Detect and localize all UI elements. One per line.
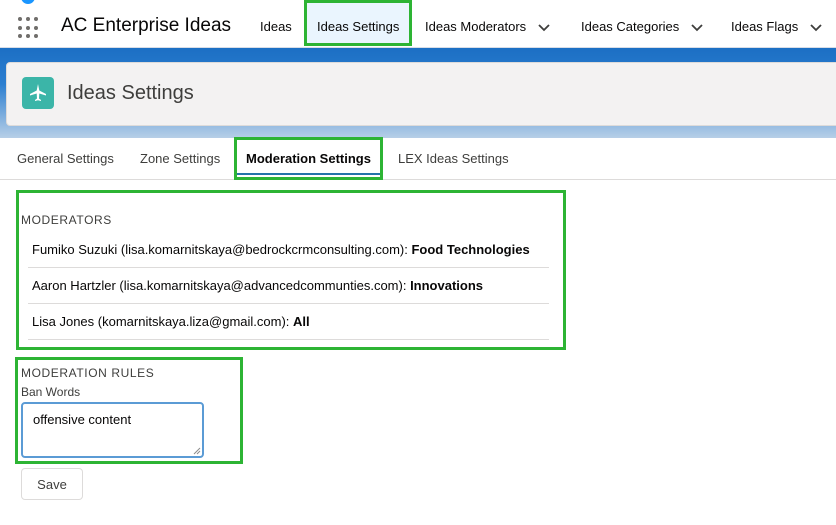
nav-item-ideas-categories[interactable]: Ideas Categories (581, 0, 703, 46)
chevron-down-icon[interactable] (538, 1, 550, 55)
page-title: Ideas Settings (67, 82, 194, 104)
moderator-name: Fumiko Suzuki (lisa.komarnitskaya@bedroc… (32, 242, 412, 257)
moderators-section: MODERATORS Fumiko Suzuki (lisa.komarnits… (16, 190, 566, 350)
nav-item-ideas[interactable]: Ideas (260, 0, 292, 46)
global-nav-bar: AC Enterprise Ideas Ideas Ideas Settings… (0, 0, 836, 48)
main-content: General Settings Zone Settings Moderatio… (0, 137, 836, 525)
save-button[interactable]: Save (21, 468, 83, 500)
nav-item-ideas-moderators[interactable]: Ideas Moderators (425, 0, 550, 46)
tab-moderation-settings[interactable]: Moderation Settings (234, 137, 383, 180)
nav-item-ideas-settings[interactable]: Ideas Settings (304, 0, 413, 46)
tab-zone-settings[interactable]: Zone Settings (140, 138, 220, 179)
moderator-name: Aaron Hartzler (lisa.komarnitskaya@advan… (32, 278, 411, 293)
airplane-icon (22, 77, 54, 109)
nav-item-label: Ideas Settings (317, 19, 400, 34)
chevron-down-icon[interactable] (691, 1, 703, 55)
nav-item-label: Ideas Flags (731, 19, 799, 34)
moderation-rules-heading: MODERATION RULES (21, 366, 155, 380)
nav-item-label: Ideas (260, 19, 292, 34)
tab-general-settings[interactable]: General Settings (17, 138, 114, 179)
page-header: Ideas Settings (6, 62, 836, 126)
ban-words-label: Ban Words (21, 385, 81, 399)
app-name: AC Enterprise Ideas (61, 15, 232, 36)
nav-item-ideas-flags[interactable]: Ideas Flags (731, 0, 822, 46)
moderator-name: Lisa Jones (komarnitskaya.liza@gmail.com… (32, 314, 294, 329)
moderators-list: Fumiko Suzuki (lisa.komarnitskaya@bedroc… (28, 232, 549, 340)
tab-lex-ideas-settings[interactable]: LEX Ideas Settings (398, 138, 509, 179)
ban-words-textarea[interactable]: offensive content (21, 402, 204, 458)
chevron-down-icon[interactable] (810, 1, 822, 55)
nav-item-label: Ideas Categories (581, 19, 680, 34)
moderators-heading: MODERATORS (21, 213, 112, 227)
moderation-rules-section: MODERATION RULES Ban Words offensive con… (15, 357, 243, 464)
list-item: Aaron Hartzler (lisa.komarnitskaya@advan… (28, 268, 549, 304)
notification-dot (21, 0, 35, 4)
moderator-zone: Food Technologies (411, 242, 530, 257)
resize-handle-icon[interactable] (193, 447, 201, 455)
moderator-zone: Innovations (410, 278, 484, 293)
nav-item-label: Ideas Moderators (425, 19, 527, 34)
moderator-zone: All (293, 314, 310, 329)
list-item: Fumiko Suzuki (lisa.komarnitskaya@bedroc… (28, 232, 549, 268)
list-item: Lisa Jones (komarnitskaya.liza@gmail.com… (28, 304, 549, 340)
settings-tabs: General Settings Zone Settings Moderatio… (0, 137, 836, 180)
app-launcher-icon[interactable] (18, 17, 40, 39)
